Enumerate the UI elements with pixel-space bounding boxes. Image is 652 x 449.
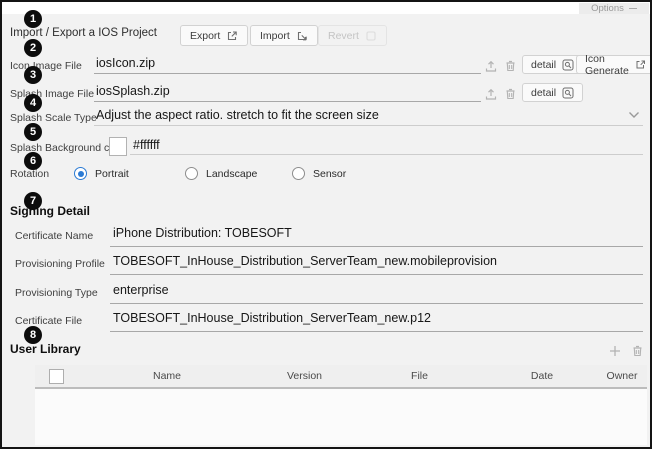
icon-generate-button[interactable]: Icon Generate (576, 55, 652, 74)
splash-bg-underline (130, 154, 643, 155)
icon-image-delete-icon[interactable] (502, 58, 518, 74)
provisioning-profile-value[interactable]: TOBESOFT_InHouse_Distribution_ServerTeam… (113, 254, 497, 268)
icon-generate-label: Icon Generate (585, 53, 629, 77)
color-swatch[interactable] (109, 137, 127, 156)
column-header-version[interactable]: Version (257, 370, 352, 382)
signing-detail-header: Signing Detail (10, 204, 90, 218)
collapse-icon (629, 8, 637, 10)
annotation-badge-8: 8 (24, 326, 42, 344)
certificate-name-value[interactable]: iPhone Distribution: TOBESOFT (113, 226, 292, 240)
splash-bg-color-value[interactable]: #ffffff (133, 138, 160, 152)
certificate-name-label: Certificate Name (15, 230, 93, 242)
table-header-row: Name Version File Date Owner (35, 365, 647, 389)
annotation-badge-2: 2 (24, 39, 42, 57)
magnifier-icon (562, 87, 574, 99)
certificate-file-underline (110, 331, 643, 332)
annotation-badge-1: 1 (24, 10, 42, 28)
provisioning-type-underline (110, 303, 643, 304)
icon-detail-label: detail (531, 59, 556, 71)
radio-portrait[interactable] (74, 167, 87, 180)
options-button[interactable]: Options (579, 3, 649, 14)
provisioning-profile-label: Provisioning Profile (15, 258, 105, 270)
icon-image-file-value[interactable]: iosIcon.zip (96, 56, 155, 70)
add-library-icon[interactable] (607, 343, 623, 359)
splash-scale-underline (94, 125, 643, 126)
certificate-file-value[interactable]: TOBESOFT_InHouse_Distribution_ServerTeam… (113, 311, 431, 325)
icon-detail-button[interactable]: detail (522, 55, 583, 74)
revert-button-label: Revert (328, 30, 359, 42)
splash-image-upload-icon[interactable] (483, 86, 499, 102)
user-library-table: Name Version File Date Owner (35, 365, 647, 445)
annotation-badge-3: 3 (24, 66, 42, 84)
splash-image-file-value[interactable]: iosSplash.zip (96, 84, 170, 98)
provisioning-type-value[interactable]: enterprise (113, 283, 169, 297)
certificate-name-underline (110, 246, 643, 247)
select-all-checkbox[interactable] (49, 369, 64, 384)
table-body-empty (35, 389, 647, 445)
import-icon (296, 30, 308, 42)
annotation-badge-7: 7 (24, 192, 42, 210)
splash-scale-type-value[interactable]: Adjust the aspect ratio. stretch to fit … (96, 108, 379, 122)
splash-detail-label: detail (531, 87, 556, 99)
splash-image-file-underline (94, 101, 481, 102)
radio-landscape-label[interactable]: Landscape (206, 168, 257, 180)
rotation-label: Rotation (10, 168, 49, 180)
provisioning-profile-underline (110, 274, 643, 275)
column-header-owner[interactable]: Owner (597, 370, 647, 382)
magnifier-icon (562, 59, 574, 71)
generate-icon (635, 59, 646, 70)
icon-image-file-underline (94, 73, 481, 74)
icon-image-upload-icon[interactable] (483, 58, 499, 74)
export-icon (226, 30, 238, 42)
splash-image-file-label: Splash Image File (10, 88, 94, 100)
user-library-header: User Library (10, 342, 81, 356)
delete-library-icon[interactable] (629, 343, 645, 359)
radio-sensor[interactable] (292, 167, 305, 180)
radio-portrait-label[interactable]: Portrait (95, 168, 129, 180)
annotation-badge-4: 4 (24, 94, 42, 112)
import-button-label: Import (260, 30, 290, 42)
page-title: Import / Export a IOS Project (10, 27, 157, 39)
top-bar (2, 2, 650, 14)
ios-project-settings-panel: Options 1 2 3 4 5 6 7 8 Import / Export … (0, 0, 652, 449)
splash-image-delete-icon[interactable] (502, 86, 518, 102)
provisioning-type-label: Provisioning Type (15, 287, 98, 299)
splash-detail-button[interactable]: detail (522, 83, 583, 102)
chevron-down-icon[interactable] (628, 111, 640, 119)
radio-sensor-label[interactable]: Sensor (313, 168, 346, 180)
annotation-badge-6: 6 (24, 152, 42, 170)
options-label: Options (591, 3, 624, 14)
splash-scale-type-label: Splash Scale Type (10, 112, 97, 124)
annotation-badge-5: 5 (24, 123, 42, 141)
column-header-date[interactable]: Date (487, 370, 597, 382)
column-header-file[interactable]: File (352, 370, 487, 382)
revert-button[interactable]: Revert (318, 25, 387, 46)
radio-landscape[interactable] (185, 167, 198, 180)
import-button[interactable]: Import (250, 25, 318, 46)
export-button-label: Export (190, 30, 220, 42)
select-all-cell (35, 369, 77, 384)
icon-image-file-label: Icon Image File (10, 60, 82, 72)
column-header-name[interactable]: Name (77, 370, 257, 382)
export-button[interactable]: Export (180, 25, 248, 46)
certificate-file-label: Certificate File (15, 315, 82, 327)
revert-icon (365, 30, 377, 42)
